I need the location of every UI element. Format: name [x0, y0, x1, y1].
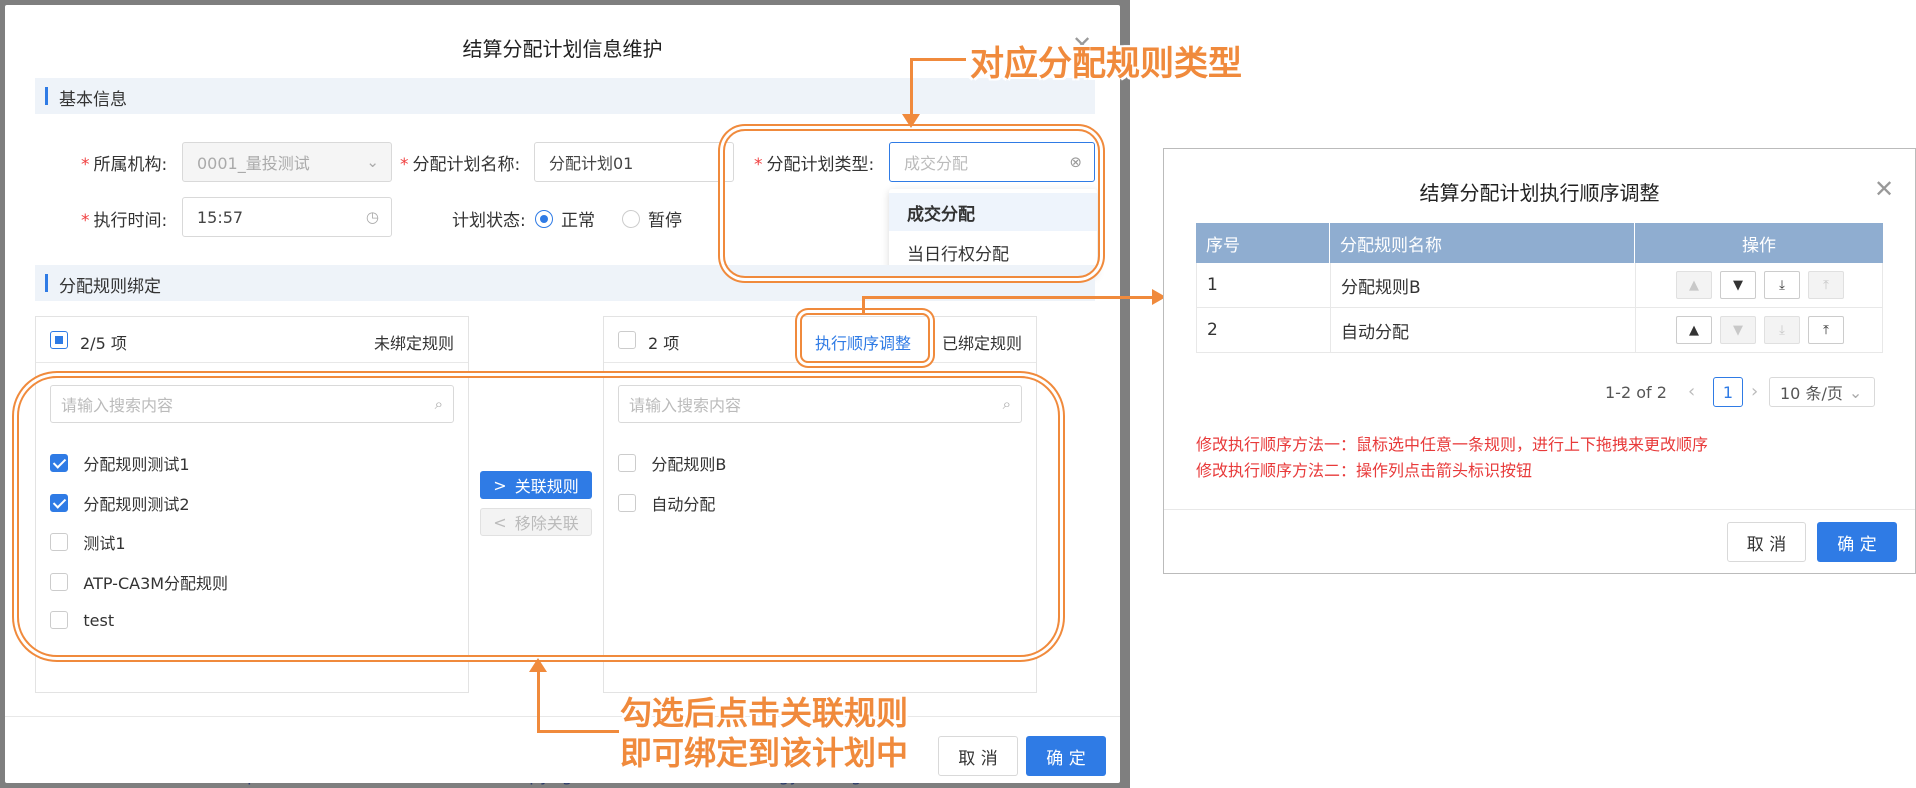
row-index: 1 — [1197, 263, 1331, 307]
move-up-icon[interactable]: ▲ — [1676, 316, 1712, 344]
exec-order-dialog: 结算分配计划执行顺序调整 ✕ 序号 分配规则名称 操作 1 分配规则B ▲ ▼ … — [1163, 148, 1916, 574]
arrow-up-icon — [529, 658, 547, 672]
prev-page-icon[interactable]: ‹ — [1688, 381, 1695, 402]
column-header: 分配规则名称 — [1330, 223, 1635, 263]
annotation-box-order-link — [800, 313, 930, 363]
move-to-bottom-icon[interactable]: ⤓ — [1764, 271, 1800, 299]
move-to-top-icon[interactable]: ⤒ — [1808, 271, 1844, 299]
section-title: 分配规则绑定 — [59, 277, 161, 297]
table-header: 序号 分配规则名称 操作 — [1196, 223, 1883, 263]
order-note-2: 修改执行顺序方法二：操作列点击箭头标识按钮 — [1196, 461, 1533, 480]
chevron-down-icon: ⌄ — [1848, 382, 1863, 402]
select-all-checkbox[interactable] — [50, 331, 68, 349]
close-icon[interactable]: ✕ — [1874, 175, 1894, 203]
panel-title: 已绑定规则 — [941, 334, 1022, 353]
table-row[interactable]: 1 分配规则B ▲ ▼ ⤓ ⤒ — [1196, 263, 1883, 308]
move-up-icon[interactable]: ▲ — [1676, 271, 1712, 299]
exec-time-label: * 执行时间: — [81, 211, 168, 231]
column-header: 操作 — [1742, 235, 1776, 256]
dialog-title: 结算分配计划执行顺序调整 — [1419, 181, 1660, 205]
status-label: 计划状态: — [452, 211, 526, 231]
selected-count: 2 项 — [648, 334, 680, 353]
move-down-icon[interactable]: ▼ — [1720, 271, 1756, 299]
panel-header: 2/5 项 未绑定规则 — [36, 317, 468, 363]
page-size-select[interactable]: 10 条/页 ⌄ — [1769, 377, 1875, 407]
row-actions: ▲ ▼ ⤓ ⤒ — [1636, 308, 1884, 352]
radio-unselected — [622, 209, 640, 228]
arrow-down-icon — [902, 114, 920, 128]
move-to-bottom-icon[interactable]: ⤓ — [1764, 316, 1800, 344]
annotation-bind-line2: 即可绑定到该计划中 — [620, 734, 909, 772]
footer-divider — [1164, 509, 1915, 510]
status-radio-normal[interactable]: 正常 — [535, 206, 595, 231]
annotation-line — [910, 58, 966, 61]
annotation-line — [910, 58, 913, 122]
cancel-button[interactable]: 取 消 — [938, 736, 1018, 776]
org-label: * 所属机构: — [81, 155, 168, 175]
annotation-plan-type: 对应分配规则类型 — [970, 44, 1242, 84]
select-all-checkbox[interactable] — [618, 331, 636, 349]
plan-name-input[interactable]: 分配计划01 — [534, 142, 734, 182]
org-select[interactable]: 0001_量投测试 ⌄ — [182, 142, 392, 182]
exec-time-picker[interactable]: 15:57 ◷ — [182, 197, 392, 237]
section-title: 基本信息 — [59, 90, 127, 110]
page-number[interactable]: 1 — [1713, 377, 1743, 407]
annotation-line — [862, 296, 1162, 299]
row-name: 分配规则B — [1331, 263, 1636, 307]
status-radio-paused[interactable]: 暂停 — [622, 206, 682, 231]
table-row[interactable]: 2 自动分配 ▲ ▼ ⤓ ⤒ — [1196, 308, 1883, 353]
selected-count: 2/5 项 — [80, 334, 127, 353]
section-marker — [45, 274, 48, 292]
row-name: 自动分配 — [1331, 308, 1636, 352]
cancel-button[interactable]: 取 消 — [1727, 522, 1806, 562]
order-note-1: 修改执行顺序方法一：鼠标选中任意一条规则，进行上下拖拽来更改顺序 — [1196, 435, 1709, 454]
footer-divider — [5, 716, 1120, 717]
column-header: 序号 — [1196, 223, 1330, 263]
panel-title: 未绑定规则 — [373, 334, 454, 353]
move-down-icon[interactable]: ▼ — [1720, 316, 1756, 344]
annotation-line — [537, 670, 540, 732]
row-actions: ▲ ▼ ⤓ ⤒ — [1636, 263, 1884, 307]
chevron-down-icon: ⌄ — [366, 153, 379, 171]
confirm-button[interactable]: 确 定 — [1026, 736, 1106, 776]
confirm-button[interactable]: 确 定 — [1817, 522, 1897, 562]
radio-selected — [535, 209, 553, 228]
row-index: 2 — [1197, 308, 1331, 352]
section-marker — [45, 87, 48, 105]
annotation-line — [537, 730, 619, 733]
next-page-icon[interactable]: › — [1751, 381, 1758, 402]
move-to-top-icon[interactable]: ⤒ — [1808, 316, 1844, 344]
section-basic-info: 基本信息 — [35, 78, 1095, 114]
annotation-box-plan-type — [723, 129, 1100, 278]
pagination-summary: 1-2 of 2 — [1605, 383, 1667, 402]
clock-icon: ◷ — [365, 208, 379, 226]
plan-name-label: * 分配计划名称: — [400, 155, 521, 175]
annotation-box-transfer — [17, 376, 1060, 657]
